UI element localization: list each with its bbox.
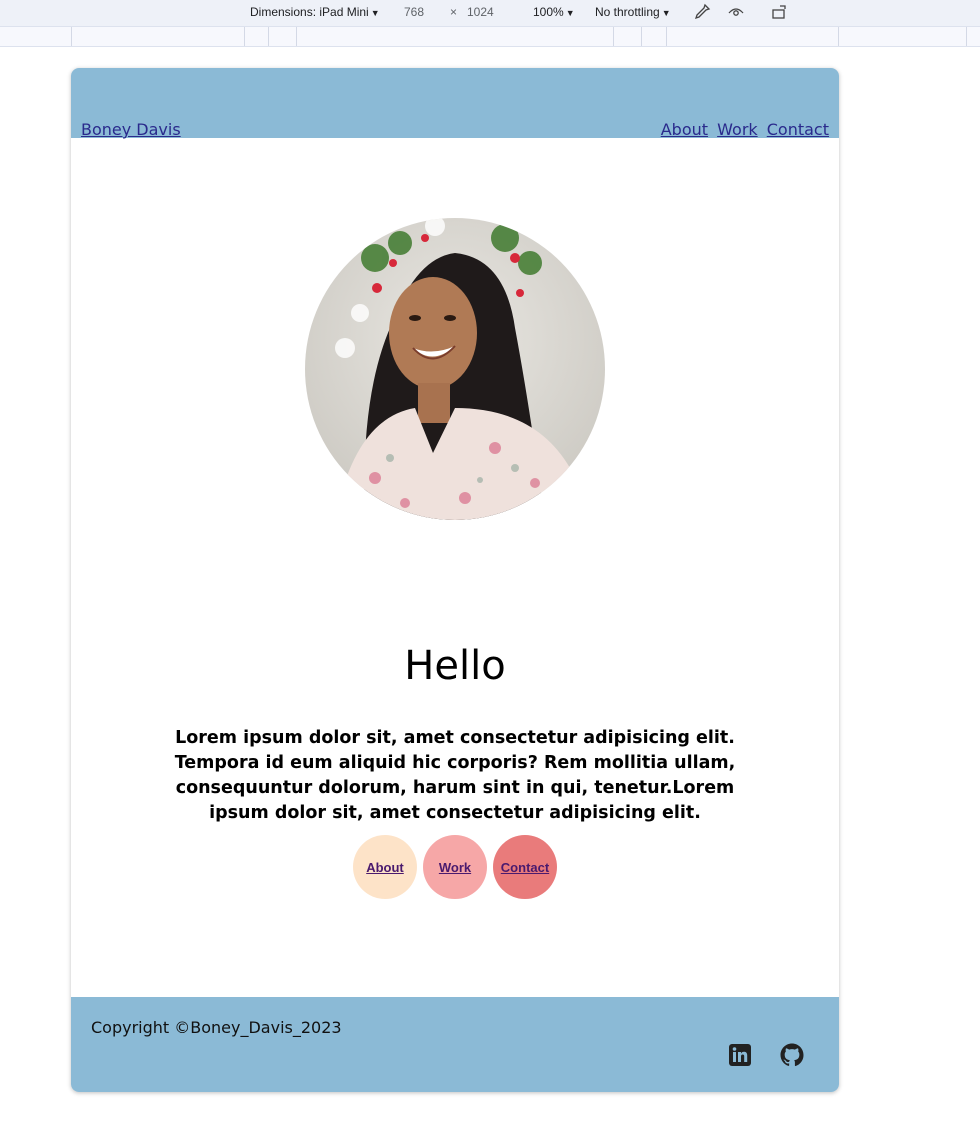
width-input[interactable]: 768 (404, 5, 424, 19)
profile-photo (305, 218, 605, 520)
media-query-ruler (0, 27, 980, 47)
linkedin-icon[interactable] (728, 1043, 752, 1067)
hero-intro: Lorem ipsum dolor sit, amet consectetur … (174, 727, 736, 823)
eyedropper-icon[interactable] (693, 3, 711, 21)
brand-link[interactable]: Boney Davis (81, 120, 181, 139)
device-select[interactable]: Dimensions: iPad Mini ▼ (250, 5, 380, 19)
times-sign: × (450, 5, 458, 19)
about-circle-button[interactable]: About (353, 835, 417, 899)
height-input[interactable]: 1024 (467, 5, 494, 19)
contact-circle-button[interactable]: Contact (493, 835, 557, 899)
throttling-select[interactable]: No throttling ▼ (595, 5, 671, 19)
devtools-device-toolbar: Dimensions: iPad Mini ▼ 768 × 1024 100% ▼ … (0, 0, 980, 27)
work-circle-button[interactable]: Work (423, 835, 487, 899)
nav-contact-link[interactable]: Contact (767, 120, 829, 139)
vision-icon[interactable] (727, 3, 745, 21)
caret-down-icon: ▼ (370, 8, 380, 18)
page-viewport: Boney Davis About Work Contact Hello Lor… (71, 68, 839, 1092)
throttling-label: No throttling (595, 5, 660, 19)
nav-work-link[interactable]: Work (717, 120, 758, 139)
caret-down-icon: ▼ (565, 8, 575, 18)
hero-button-group: About Work Contact (353, 835, 557, 899)
top-nav: About Work Contact (657, 120, 829, 139)
zoom-label: 100% (533, 5, 564, 19)
site-footer: Copyright ©Boney_Davis_2023 (71, 997, 839, 1092)
copyright-text: Copyright ©Boney_Davis_2023 (91, 1018, 342, 1037)
zoom-select[interactable]: 100% ▼ (533, 5, 575, 19)
rotate-icon[interactable] (771, 3, 789, 21)
device-label: Dimensions: iPad Mini (250, 5, 369, 19)
site-header: Boney Davis About Work Contact (71, 68, 839, 139)
hero-heading: Hello (404, 642, 506, 689)
github-icon[interactable] (780, 1043, 804, 1067)
nav-about-link[interactable]: About (661, 120, 708, 139)
caret-down-icon: ▼ (661, 8, 671, 18)
